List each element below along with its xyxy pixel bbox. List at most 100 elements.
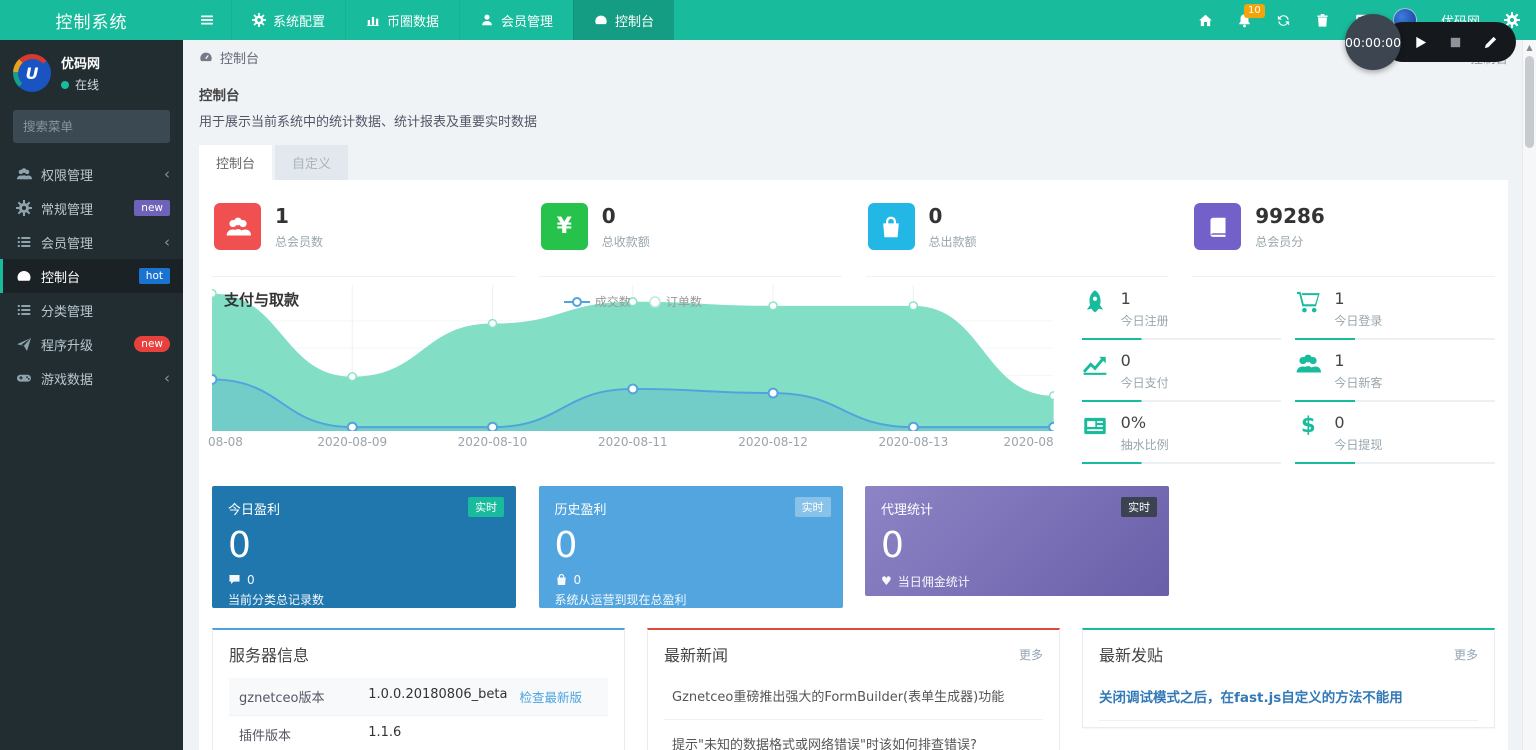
menu-label: 程序升级 bbox=[41, 335, 93, 354]
breadcrumb-dashboard-link[interactable]: 控制台 bbox=[199, 48, 259, 67]
home-button[interactable] bbox=[1198, 13, 1213, 28]
app-title[interactable]: 控制系统 bbox=[0, 0, 183, 40]
cogs-icon bbox=[16, 200, 32, 216]
progress-line bbox=[1295, 338, 1495, 340]
users-icon bbox=[1295, 351, 1321, 377]
sidebar-item-game-data[interactable]: 游戏数据 ‹ bbox=[0, 361, 183, 395]
topnav-label: 控制台 bbox=[615, 11, 654, 30]
news-item[interactable]: Gznetceo重磅推出强大的FormBuilder(表单生成器)功能 bbox=[664, 672, 1043, 720]
x-tick-label: 2020-08-11 bbox=[598, 435, 668, 449]
post-link[interactable]: 关闭调试模式之后，在fast.js自定义的方法不能用 bbox=[1099, 672, 1478, 721]
chevron-left-icon: ‹ bbox=[164, 165, 170, 183]
topbar: 控制系统 系统配置 币圈数据 会员管理 控制台 10 优码网 bbox=[0, 0, 1536, 40]
chart-point-line bbox=[488, 423, 497, 431]
notification-badge: 10 bbox=[1244, 4, 1265, 18]
record-stop-button[interactable] bbox=[1448, 35, 1463, 50]
recorder-timer: 00:00:00 bbox=[1345, 14, 1401, 70]
hamburger-icon bbox=[199, 12, 215, 28]
record-play-button[interactable] bbox=[1413, 35, 1428, 50]
list-icon bbox=[16, 234, 32, 250]
chart-point-area bbox=[212, 290, 216, 298]
scrollbar-thumb[interactable] bbox=[1525, 56, 1534, 148]
trash-icon bbox=[1315, 13, 1330, 28]
chart-point-line bbox=[628, 385, 637, 394]
quick-stat-value: 0 bbox=[1334, 413, 1382, 432]
dashboard-icon bbox=[199, 50, 213, 64]
topnav-item-dashboard[interactable]: 控制台 bbox=[573, 0, 674, 40]
new-badge: new bbox=[134, 336, 170, 353]
main-content: 控制台 控制台 控制台 用于展示当前系统中的统计数据、统计报表及重要实时数据 控… bbox=[183, 40, 1522, 750]
sidebar-profile: U 优码网 在线 bbox=[0, 40, 183, 104]
tab-dashboard[interactable]: 控制台 bbox=[199, 145, 272, 180]
clear-cache-button[interactable] bbox=[1315, 13, 1330, 28]
tab-custom[interactable]: 自定义 bbox=[275, 145, 348, 180]
sidebar-item-general[interactable]: 常规管理new bbox=[0, 191, 183, 225]
legend-item-orders[interactable]: 订单数 bbox=[649, 293, 702, 310]
chart-x-axis: 08-082020-08-092020-08-102020-08-112020-… bbox=[212, 431, 1054, 451]
heart-icon: ♥ bbox=[881, 574, 892, 588]
site-logo[interactable]: U bbox=[13, 54, 51, 92]
chevron-left-icon: ‹ bbox=[164, 369, 170, 387]
menu-search-input[interactable] bbox=[23, 119, 179, 134]
dashboard-icon bbox=[594, 13, 608, 27]
more-link[interactable]: 更多 bbox=[1019, 646, 1043, 663]
breadcrumb: 控制台 控制台 bbox=[195, 40, 1512, 74]
sidebar-item-categories[interactable]: 分类管理 bbox=[0, 293, 183, 327]
chart-point-area bbox=[909, 302, 917, 310]
user-icon bbox=[480, 13, 494, 27]
legend-item-deals[interactable]: 成交数 bbox=[564, 293, 631, 310]
menu-label: 控制台 bbox=[41, 267, 80, 286]
server-info-card: 服务器信息 gznetceo版本1.0.0.20180806_beta检查最新版… bbox=[212, 628, 625, 750]
scrollbar-up-arrow[interactable]: ▲ bbox=[1523, 40, 1536, 52]
rocket-icon bbox=[1082, 289, 1108, 315]
topnav-item-system-config[interactable]: 系统配置 bbox=[231, 0, 345, 40]
page-scrollbar[interactable]: ▲ bbox=[1522, 40, 1536, 750]
bag-icon bbox=[555, 573, 568, 586]
x-tick-label: 2020-08-10 bbox=[458, 435, 528, 449]
record-annotate-button[interactable] bbox=[1483, 35, 1498, 50]
bottom-cards-row: 服务器信息 gznetceo版本1.0.0.20180806_beta检查最新版… bbox=[212, 628, 1495, 750]
panel-value: 0 bbox=[555, 526, 827, 566]
x-tick-label: 2020-08 bbox=[1004, 435, 1054, 449]
recorder-controls bbox=[1383, 22, 1516, 62]
quick-stat-value: 1 bbox=[1334, 351, 1382, 370]
online-status-label: 在线 bbox=[75, 76, 99, 93]
bar-chart-icon bbox=[366, 13, 380, 27]
list-icon bbox=[16, 302, 32, 318]
topnav-item-coin-data[interactable]: 币圈数据 bbox=[345, 0, 459, 40]
quick-stat-label: 今日注册 bbox=[1121, 312, 1169, 329]
newspaper-icon bbox=[1082, 413, 1108, 439]
new-badge: new bbox=[134, 200, 170, 217]
progress-line bbox=[1082, 338, 1282, 340]
panel-agent-stats: 代理统计 实时 0 ♥当日佣金统计 bbox=[865, 486, 1169, 596]
news-item[interactable]: 提示"未知的数据格式或网络错误"时该如何排查错误? bbox=[664, 720, 1043, 750]
sidebar-item-permissions[interactable]: 权限管理‹ bbox=[0, 157, 183, 191]
chart-point-area bbox=[1050, 392, 1054, 400]
line-chart-icon bbox=[1082, 351, 1108, 377]
notifications-button[interactable]: 10 bbox=[1237, 13, 1252, 28]
sidebar-item-upgrade[interactable]: 程序升级 new bbox=[0, 327, 183, 361]
yen-icon: ¥ bbox=[541, 203, 588, 250]
progress-line bbox=[1295, 400, 1495, 402]
panel-history-profit: 历史盈利 实时 0 0 系统从运营到现在总盈利 bbox=[539, 486, 843, 608]
latest-posts-card: 最新发贴更多 关闭调试模式之后，在fast.js自定义的方法不能用 bbox=[1082, 628, 1495, 728]
panel-sub: ♥当日佣金统计 bbox=[881, 573, 1153, 590]
more-link[interactable]: 更多 bbox=[1454, 646, 1478, 663]
book-icon bbox=[1194, 203, 1241, 250]
refresh-icon bbox=[1276, 13, 1291, 28]
refresh-button[interactable] bbox=[1276, 13, 1291, 28]
sidebar-item-dashboard[interactable]: 控制台hot bbox=[0, 259, 183, 293]
card-title: 服务器信息 bbox=[229, 642, 309, 666]
topnav-item-member-management[interactable]: 会员管理 bbox=[459, 0, 573, 40]
realtime-badge: 实时 bbox=[1121, 497, 1157, 517]
users-icon bbox=[214, 203, 261, 250]
dollar-icon: $ bbox=[1295, 413, 1321, 437]
panel-sub-label: 系统从运营到现在总盈利 bbox=[555, 591, 827, 608]
stat-value: 0 bbox=[602, 205, 650, 227]
menu-label: 游戏数据 bbox=[41, 369, 93, 388]
sidebar-toggle-button[interactable] bbox=[183, 0, 231, 40]
stat-card-total-members: 1总会员数 bbox=[212, 194, 515, 277]
check-latest-link[interactable]: 检查最新版 bbox=[519, 687, 582, 706]
table-row: gznetceo版本1.0.0.20180806_beta检查最新版 bbox=[229, 678, 608, 716]
sidebar-item-members[interactable]: 会员管理‹ bbox=[0, 225, 183, 259]
